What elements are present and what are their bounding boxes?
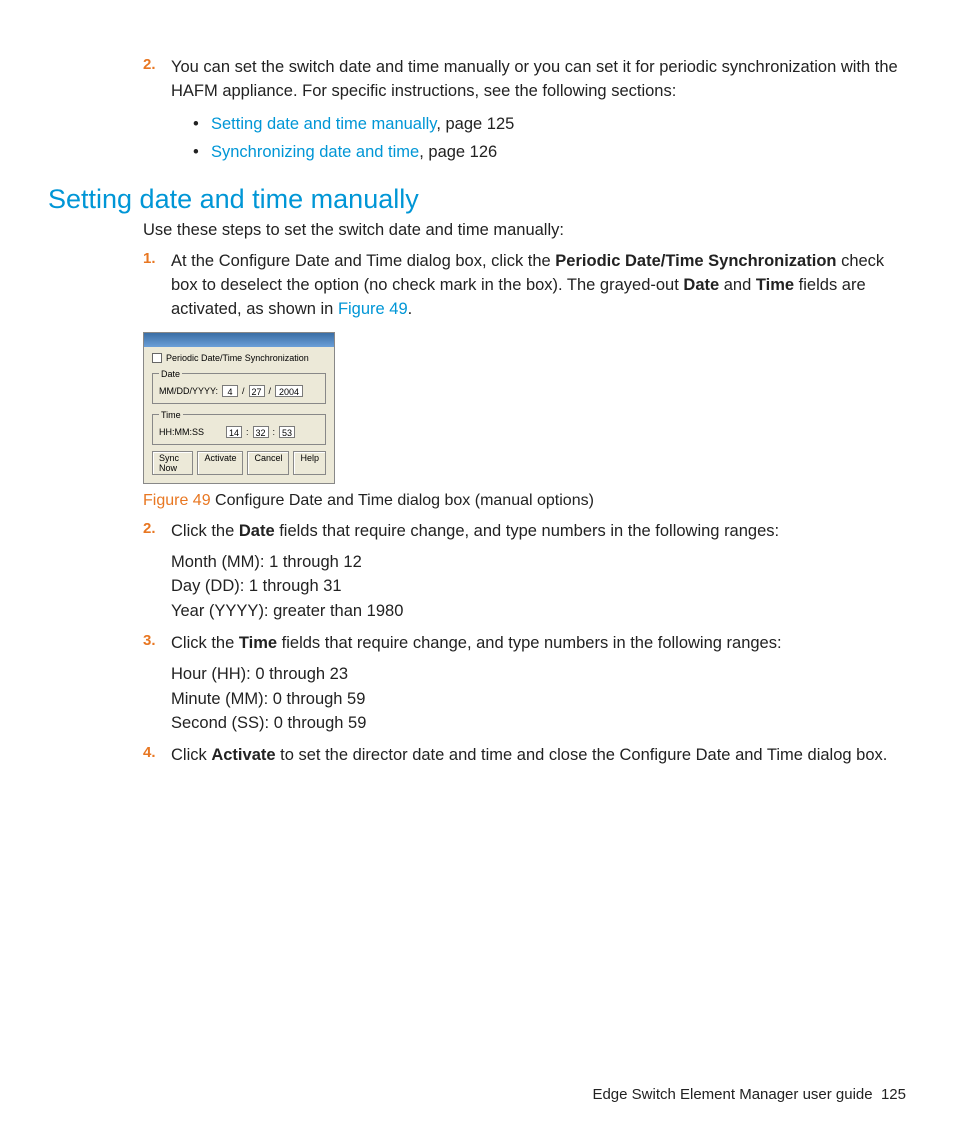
activate-button[interactable]: Activate — [197, 451, 243, 475]
year-input[interactable]: 2004 — [275, 385, 303, 397]
text: Click the — [171, 522, 239, 540]
minute-input[interactable]: 32 — [253, 426, 269, 438]
bullet-link-sync: Synchronizing date and time, page 126 — [171, 138, 906, 166]
date-legend: Date — [159, 369, 182, 379]
range-month: Month (MM): 1 through 12 — [171, 550, 906, 575]
hour-input[interactable]: 14 — [226, 426, 242, 438]
bold-date: Date — [683, 276, 719, 294]
configure-date-time-dialog: Periodic Date/Time Synchronization Date … — [143, 332, 335, 484]
date-ranges: Month (MM): 1 through 12 Day (DD): 1 thr… — [171, 550, 906, 624]
text: fields that require change, and type num… — [275, 522, 779, 540]
figure-49-caption: Figure 49 Configure Date and Time dialog… — [143, 492, 906, 510]
help-button[interactable]: Help — [293, 451, 326, 475]
bold-time: Time — [756, 276, 794, 294]
range-day: Day (DD): 1 through 31 — [171, 574, 906, 599]
sep: : — [246, 427, 249, 437]
footer-title: Edge Switch Element Manager user guide — [592, 1086, 872, 1103]
periodic-sync-label: Periodic Date/Time Synchronization — [166, 353, 309, 363]
cancel-button[interactable]: Cancel — [247, 451, 289, 475]
intro-step-2: 2. You can set the switch date and time … — [143, 56, 906, 166]
range-minute: Minute (MM): 0 through 59 — [171, 687, 906, 712]
bold-date: Date — [239, 522, 275, 540]
text: and — [719, 276, 756, 294]
step-number: 2. — [143, 56, 156, 73]
figure-text: Configure Date and Time dialog box (manu… — [211, 492, 594, 509]
text: At the Configure Date and Time dialog bo… — [171, 252, 555, 270]
text: fields that require change, and type num… — [277, 634, 781, 652]
sep: : — [273, 427, 276, 437]
day-input[interactable]: 27 — [249, 385, 265, 397]
page-footer: Edge Switch Element Manager user guide 1… — [592, 1086, 906, 1103]
sep: / — [269, 386, 272, 396]
range-second: Second (SS): 0 through 59 — [171, 711, 906, 736]
time-fieldset: Time HH:MM:SS 14 : 32 : 53 — [152, 410, 326, 445]
bullet-link-manual: Setting date and time manually, page 125 — [171, 110, 906, 138]
bullet-suffix: , page 125 — [436, 115, 514, 133]
time-format-label: HH:MM:SS — [159, 427, 204, 437]
sync-now-button[interactable]: Sync Now — [152, 451, 193, 475]
link-setting-manual[interactable]: Setting date and time manually — [211, 115, 436, 133]
step-2: 2. Click the Date fields that require ch… — [143, 520, 906, 544]
range-hour: Hour (HH): 0 through 23 — [171, 662, 906, 687]
step-number: 4. — [143, 744, 156, 761]
step-number: 2. — [143, 520, 156, 537]
periodic-sync-checkbox[interactable] — [152, 353, 162, 363]
bold-activate: Activate — [211, 746, 275, 764]
bold-periodic-sync: Periodic Date/Time Synchronization — [555, 252, 836, 270]
link-figure-49[interactable]: Figure 49 — [338, 300, 408, 318]
text: Click — [171, 746, 211, 764]
time-ranges: Hour (HH): 0 through 23 Minute (MM): 0 t… — [171, 662, 906, 736]
second-input[interactable]: 53 — [279, 426, 295, 438]
step-1: 1. At the Configure Date and Time dialog… — [143, 250, 906, 322]
text: . — [408, 300, 413, 318]
date-fieldset: Date MM/DD/YYYY: 4 / 27 / 2004 — [152, 369, 326, 404]
step-text: You can set the switch date and time man… — [171, 56, 906, 104]
bold-time: Time — [239, 634, 277, 652]
dialog-titlebar — [144, 333, 334, 347]
range-year: Year (YYYY): greater than 1980 — [171, 599, 906, 624]
sep: / — [242, 386, 245, 396]
time-legend: Time — [159, 410, 183, 420]
section-intro: Use these steps to set the switch date a… — [143, 221, 906, 240]
step-4: 4. Click Activate to set the director da… — [143, 744, 906, 768]
bullet-suffix: , page 126 — [419, 143, 497, 161]
step-number: 3. — [143, 632, 156, 649]
step-number: 1. — [143, 250, 156, 267]
figure-label: Figure 49 — [143, 492, 211, 509]
date-format-label: MM/DD/YYYY: — [159, 386, 218, 396]
month-input[interactable]: 4 — [222, 385, 238, 397]
step-3: 3. Click the Time fields that require ch… — [143, 632, 906, 656]
section-heading: Setting date and time manually — [48, 184, 906, 215]
footer-page: 125 — [881, 1086, 906, 1103]
text: to set the director date and time and cl… — [276, 746, 888, 764]
link-sync-date-time[interactable]: Synchronizing date and time — [211, 143, 419, 161]
text: Click the — [171, 634, 239, 652]
